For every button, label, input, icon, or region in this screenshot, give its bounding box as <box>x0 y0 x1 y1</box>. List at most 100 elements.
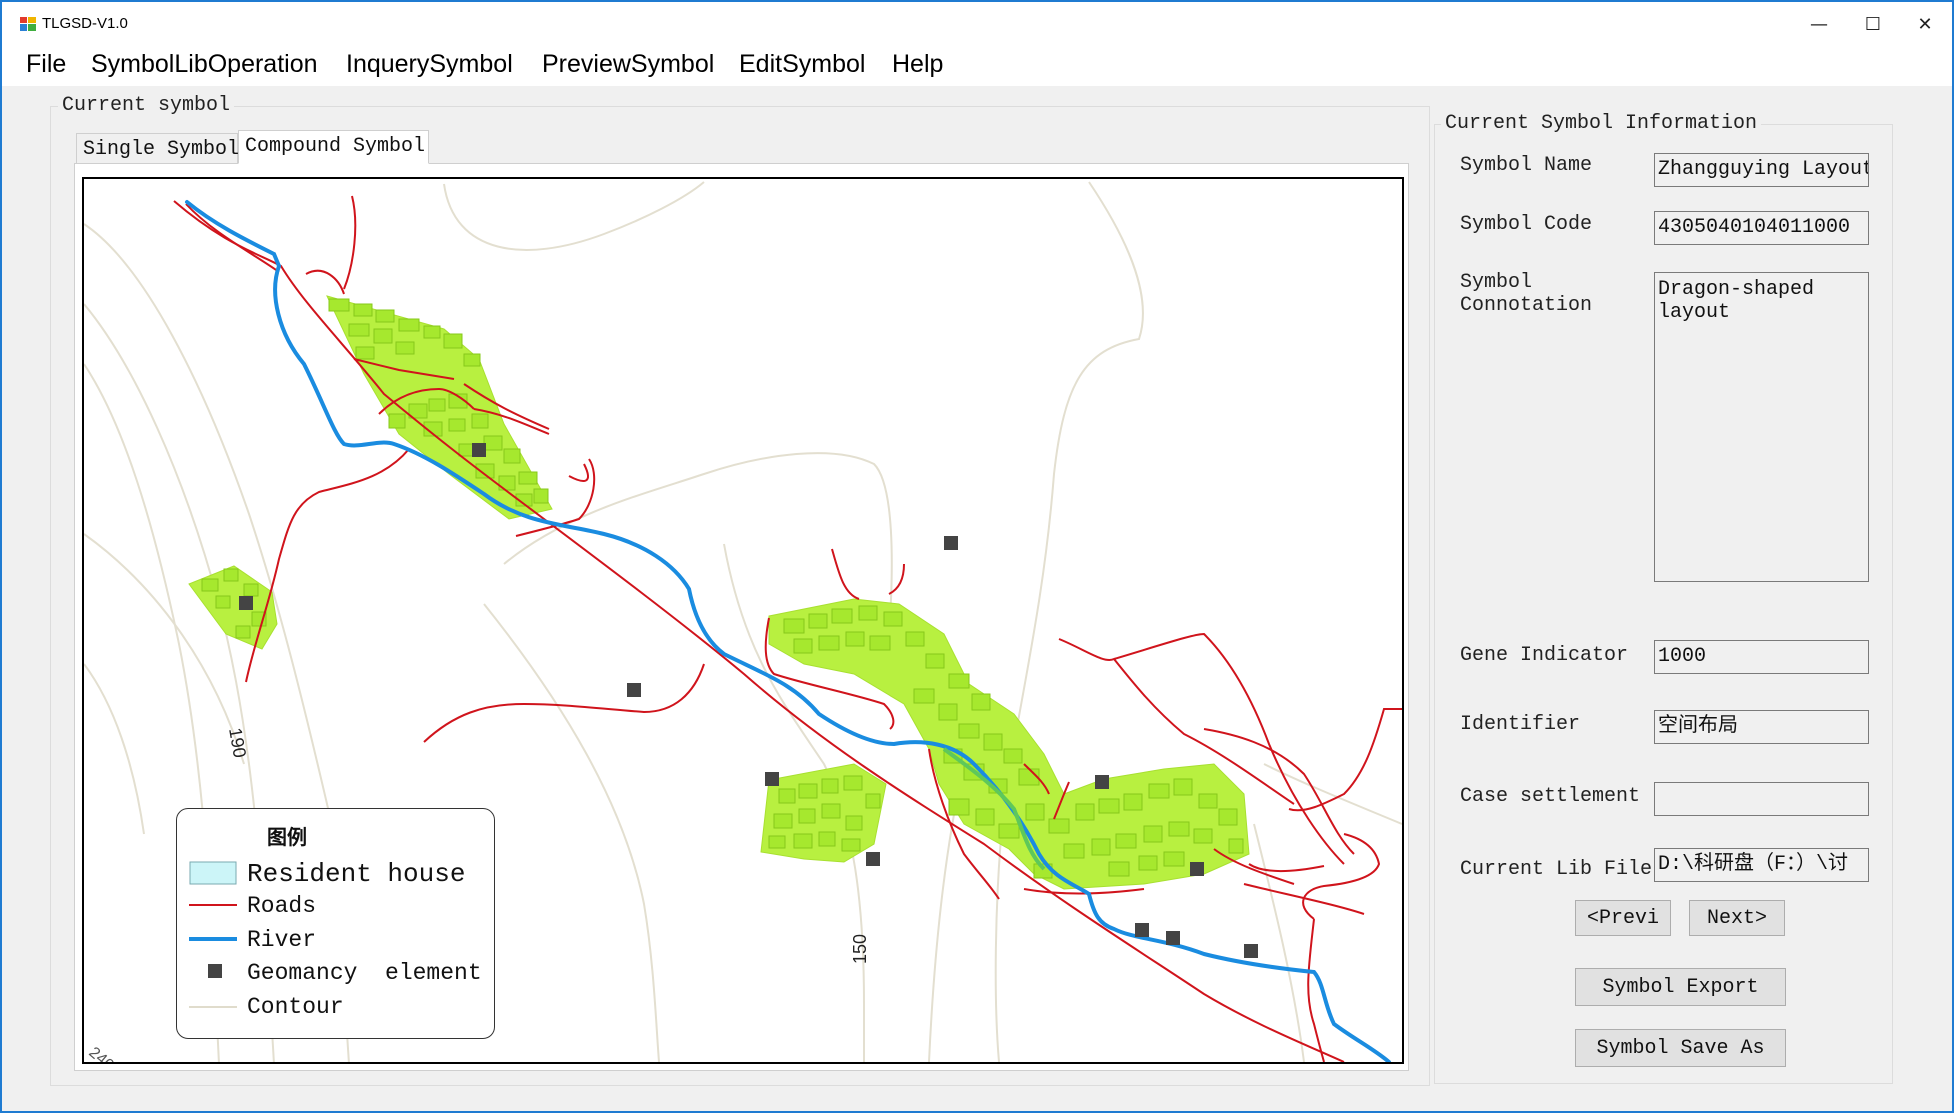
building <box>858 605 878 621</box>
building <box>818 831 836 847</box>
building <box>353 303 373 317</box>
building <box>793 833 813 849</box>
building <box>1138 855 1158 871</box>
building <box>938 703 958 721</box>
app-icon <box>20 17 36 31</box>
building <box>223 568 239 582</box>
building <box>395 341 415 355</box>
building <box>783 618 805 634</box>
menu-edit-symbol[interactable]: EditSymbol <box>739 50 865 79</box>
building <box>1193 828 1213 844</box>
previous-button[interactable]: <Previ <box>1575 900 1671 936</box>
menu-help[interactable]: Help <box>892 50 943 79</box>
building <box>1228 838 1244 854</box>
legend-label-geomancy: Geomancy element <box>247 960 482 986</box>
building <box>1098 798 1120 814</box>
settlement-areas <box>188 295 1250 890</box>
building <box>821 803 841 819</box>
building <box>948 798 970 816</box>
contour-line <box>84 663 145 835</box>
identifier-field[interactable]: 空间布局 <box>1654 710 1869 744</box>
building <box>1063 843 1085 859</box>
case-settlement-field[interactable] <box>1654 782 1869 816</box>
geomancy-element <box>1095 775 1109 789</box>
title-bar: TLGSD-V1.0 — ☐ ✕ <box>2 2 1952 46</box>
building <box>328 298 350 312</box>
building <box>773 813 793 829</box>
menu-symbol-lib-operation[interactable]: SymbolLibOperation <box>91 50 318 79</box>
close-button[interactable]: ✕ <box>1898 2 1952 46</box>
building <box>768 835 786 849</box>
maximize-button[interactable]: ☐ <box>1846 2 1900 46</box>
geomancy-element <box>239 596 253 610</box>
contour-label: 150 <box>850 934 870 964</box>
building <box>975 808 995 826</box>
building <box>983 733 1003 751</box>
legend-swatch-roads <box>189 904 237 906</box>
building <box>1148 783 1170 799</box>
legend-swatch-resident-house <box>189 861 237 885</box>
road <box>1302 833 1381 920</box>
geomancy-element <box>866 852 880 866</box>
building <box>388 413 406 429</box>
contour-label: 240 <box>85 1044 116 1062</box>
geomancy-element <box>765 772 779 786</box>
legend-title: 图例 <box>267 825 307 849</box>
building <box>1075 803 1095 821</box>
legend-label-contour: Contour <box>247 994 344 1020</box>
building <box>1168 821 1190 837</box>
building <box>1108 861 1130 877</box>
gene-indicator-field[interactable]: 1000 <box>1654 640 1869 674</box>
road <box>245 448 410 683</box>
building <box>428 398 446 412</box>
legend-swatch-contour <box>189 1006 237 1008</box>
menu-file[interactable]: File <box>26 50 66 79</box>
road <box>568 463 589 482</box>
building <box>448 418 466 432</box>
legend-label-river: River <box>247 927 317 953</box>
building <box>483 435 503 451</box>
contour-line <box>443 181 705 251</box>
tab-single-symbol[interactable]: Single Symbol <box>76 133 239 163</box>
map-legend: 图例 Resident house Roads River Geomancy e… <box>176 808 495 1039</box>
building <box>905 631 925 647</box>
gene-indicator-label: Gene Indicator <box>1460 644 1629 667</box>
window-title: TLGSD-V1.0 <box>42 15 128 32</box>
connotation-textarea[interactable]: Dragon-shaped layout <box>1654 272 1869 582</box>
symbol-export-button[interactable]: Symbol Export <box>1575 968 1786 1006</box>
tab-compound-symbol[interactable]: Compound Symbol <box>238 130 429 164</box>
building <box>1173 778 1193 796</box>
legend-swatch-river <box>189 937 237 941</box>
geomancy-element <box>944 536 958 550</box>
building <box>373 328 393 344</box>
building <box>1115 833 1137 849</box>
building <box>798 808 816 824</box>
road <box>423 663 705 743</box>
geomancy-element <box>1166 931 1180 945</box>
menu-bar: File SymbolLibOperation InquerySymbol Pr… <box>2 46 1952 86</box>
minimize-button[interactable]: — <box>1792 2 1846 46</box>
road <box>1248 863 1325 872</box>
menu-inquery-symbol[interactable]: InquerySymbol <box>346 50 513 79</box>
building <box>798 783 818 799</box>
symbol-name-label: Symbol Name <box>1460 154 1593 177</box>
lib-file-field[interactable]: D:\科研盘（F：）\讨 <box>1654 848 1869 882</box>
road <box>831 548 860 600</box>
building <box>998 823 1020 839</box>
contour-line <box>84 533 245 765</box>
building <box>841 838 861 852</box>
menu-preview-symbol[interactable]: PreviewSymbol <box>542 50 714 79</box>
symbol-save-as-button[interactable]: Symbol Save As <box>1575 1029 1786 1067</box>
current-symbol-group-label: Current symbol <box>58 94 235 117</box>
building <box>971 693 991 711</box>
symbol-code-field[interactable]: 4305040104011000 <box>1654 211 1869 245</box>
building <box>913 688 935 704</box>
symbol-name-field[interactable]: Zhangguying Layout <box>1654 153 1869 187</box>
building <box>463 353 481 367</box>
geomancy-element <box>1244 944 1258 958</box>
geomancy-element <box>1135 923 1149 937</box>
building <box>398 318 420 332</box>
building <box>845 815 863 831</box>
next-button[interactable]: Next> <box>1689 900 1785 936</box>
building <box>503 448 521 464</box>
